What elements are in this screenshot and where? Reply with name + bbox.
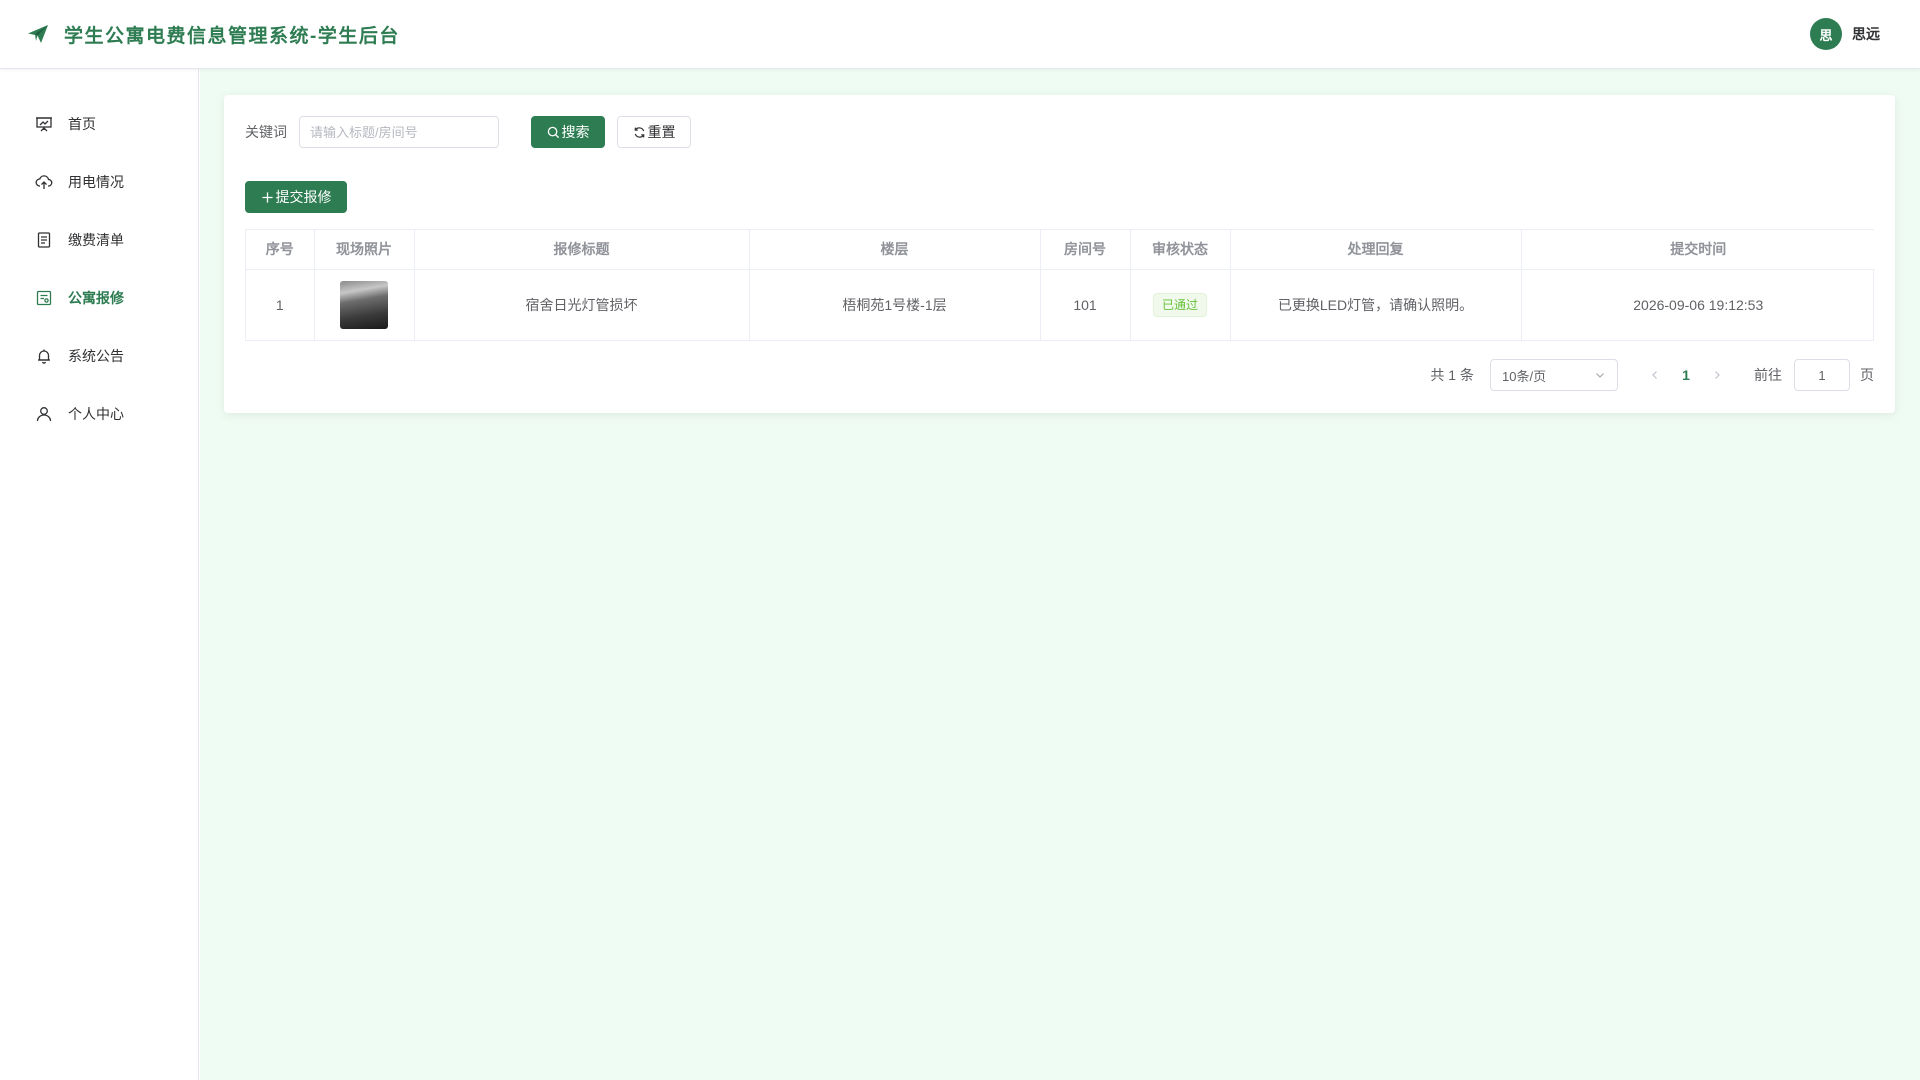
repairs-card: 关键词 搜索 重置 提交报修 [224, 95, 1895, 413]
repairs-table: 序号 现场照片 报修标题 楼层 房间号 审核状态 处理回复 提交时间 1 宿舍日… [245, 229, 1875, 341]
main-content: 关键词 搜索 重置 提交报修 [200, 69, 1920, 1080]
refresh-icon [633, 126, 646, 139]
search-button[interactable]: 搜索 [531, 116, 605, 148]
sidebar-item-repairs[interactable]: 公寓报修 [0, 269, 198, 327]
goto-label: 前往 [1754, 367, 1782, 383]
sidebar-item-home[interactable]: 首页 [0, 95, 198, 153]
chevron-right-icon [1715, 371, 1720, 379]
cell-title: 宿舍日光灯管损坏 [414, 269, 750, 340]
next-page-button[interactable] [1702, 359, 1732, 391]
cell-index: 1 [246, 269, 315, 340]
page-number-current[interactable]: 1 [1670, 367, 1702, 383]
sidebar: 首页 用电情况 缴费清单 公寓报修 系统公告 个人中心 [0, 69, 199, 1080]
sidebar-item-label: 公寓报修 [68, 290, 124, 306]
cell-status: 已通过 [1130, 269, 1231, 340]
presentation-chart-icon [35, 115, 53, 133]
search-bar: 关键词 搜索 重置 [245, 116, 691, 148]
document-icon [35, 231, 53, 249]
status-badge: 已通过 [1152, 292, 1207, 317]
cell-photo [314, 269, 415, 340]
table-header-row: 序号 现场照片 报修标题 楼层 房间号 审核状态 处理回复 提交时间 [246, 230, 1875, 270]
avatar[interactable]: 思 [1810, 18, 1842, 50]
column-header: 现场照片 [314, 230, 415, 270]
top-header: 学生公寓电费信息管理系统-学生后台 思 思远 [0, 0, 1920, 69]
search-icon [547, 126, 560, 139]
column-header: 提交时间 [1521, 230, 1875, 270]
sidebar-item-announcements[interactable]: 系统公告 [0, 327, 198, 385]
user-name[interactable]: 思远 [1852, 24, 1880, 44]
chevron-down-icon [1594, 369, 1606, 381]
sidebar-item-label: 个人中心 [68, 406, 124, 422]
add-repair-button[interactable]: 提交报修 [245, 181, 347, 213]
sidebar-item-profile[interactable]: 个人中心 [0, 385, 198, 443]
cell-reply: 已更换LED灯管，请确认照明。 [1230, 269, 1522, 340]
photo-thumbnail[interactable] [340, 280, 388, 329]
pagination: 共 1 条 10条/页 1 前往 页 [1430, 359, 1874, 391]
user-menu[interactable]: 思 思远 [1810, 18, 1880, 50]
column-header: 房间号 [1040, 230, 1131, 270]
sidebar-item-label: 系统公告 [68, 348, 124, 364]
brand: 学生公寓电费信息管理系统-学生后台 [26, 21, 400, 48]
sidebar-item-payments[interactable]: 缴费清单 [0, 211, 198, 269]
keyword-input[interactable] [299, 116, 499, 148]
page-size-value: 10条/页 [1502, 368, 1547, 384]
column-header: 序号 [246, 230, 315, 270]
column-header: 审核状态 [1130, 230, 1231, 270]
user-icon [35, 405, 53, 423]
sidebar-item-label: 首页 [68, 116, 96, 132]
table-row: 1 宿舍日光灯管损坏 梧桐苑1号楼-1层 101 已通过 已更换LED灯管，请确… [246, 269, 1875, 340]
cell-time: 2026-09-06 19:12:53 [1633, 296, 1764, 313]
goto-page-input[interactable] [1794, 359, 1850, 391]
reset-button-label: 重置 [647, 124, 676, 140]
search-button-label: 搜索 [561, 124, 590, 140]
sidebar-item-label: 用电情况 [68, 174, 124, 190]
tickets-icon [35, 289, 53, 307]
cloud-upload-icon [35, 173, 53, 191]
cell-floor: 梧桐苑1号楼-1层 [749, 269, 1041, 340]
chevron-left-icon [1652, 371, 1657, 379]
reset-button[interactable]: 重置 [617, 116, 691, 148]
goto-unit-label: 页 [1860, 367, 1874, 383]
prev-page-button[interactable] [1640, 359, 1670, 391]
paper-plane-icon [26, 22, 50, 46]
page-size-select[interactable]: 10条/页 [1490, 359, 1618, 391]
bell-icon [35, 347, 53, 365]
cell-room: 101 [1040, 269, 1131, 340]
sidebar-menu: 首页 用电情况 缴费清单 公寓报修 系统公告 个人中心 [0, 69, 198, 443]
pagination-total: 共 1 条 [1430, 367, 1474, 383]
keyword-label: 关键词 [245, 124, 287, 140]
column-header: 处理回复 [1230, 230, 1522, 270]
column-header: 楼层 [749, 230, 1041, 270]
plus-icon [261, 191, 274, 204]
sidebar-item-electricity[interactable]: 用电情况 [0, 153, 198, 211]
add-button-label: 提交报修 [275, 189, 332, 205]
column-header: 报修标题 [414, 230, 750, 270]
sidebar-item-label: 缴费清单 [68, 232, 124, 248]
app-title: 学生公寓电费信息管理系统-学生后台 [64, 25, 400, 47]
